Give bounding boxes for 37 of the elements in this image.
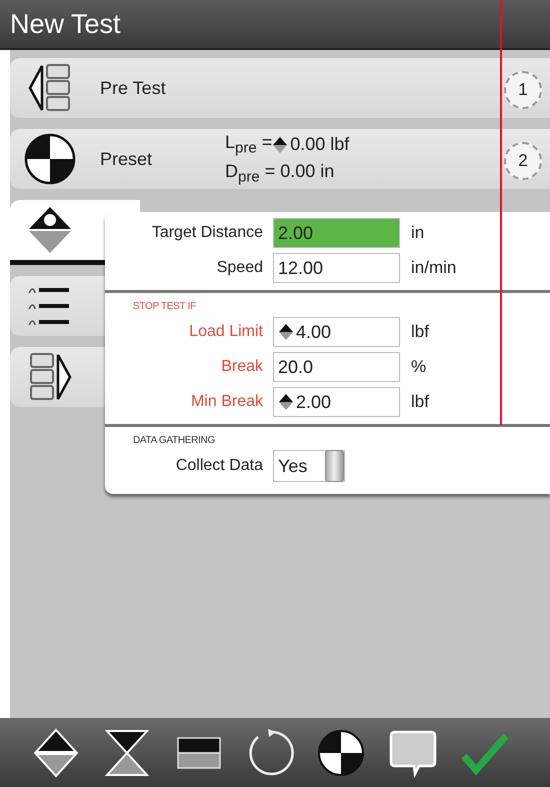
unit-label: in/min (410, 258, 456, 278)
section-heading: STOP TEST IF (132, 300, 197, 312)
step-number: 1 (504, 71, 542, 109)
distance-icon (27, 205, 73, 255)
target-icon (24, 133, 76, 185)
section-heading: DATA GATHERING (132, 434, 216, 446)
preset-detail: L$_{pre}$ = (225, 132, 272, 157)
step-label: Preset (99, 148, 154, 170)
field-label: Load Limit (188, 323, 264, 341)
field-label: Min Break (190, 393, 264, 411)
unit-label: lbf (410, 322, 429, 342)
unit-label: in (410, 223, 424, 243)
stepper-icon (272, 136, 288, 154)
preset-detail: D$_{pre}$ = 0.00 in (225, 161, 334, 186)
input-field[interactable]: 2.00 (273, 218, 400, 248)
step-card[interactable]: Pre Test 1 (10, 58, 550, 118)
step-list-icon (28, 351, 72, 403)
input-field[interactable]: 4.00 (273, 317, 400, 347)
step-label: Pre Test (99, 78, 167, 98)
hourglass-icon[interactable] (103, 728, 152, 778)
input-field[interactable]: 2.00 (273, 387, 400, 417)
step-number: 2 (504, 142, 542, 180)
field-label: Break (220, 358, 264, 376)
window-title: New Test (10, 8, 121, 40)
toggle-switch[interactable]: Yes (273, 450, 345, 482)
target-icon[interactable] (317, 728, 366, 778)
unit-label: lbf (410, 392, 429, 412)
step-card[interactable]: Preset L$_{pre}$ = 0.00 lbf D$_{pre}$ = 0.00 in 2 (10, 129, 550, 189)
unit-label: % (410, 357, 426, 377)
field-label: Speed (216, 259, 264, 277)
step-list-icon (28, 62, 72, 114)
field-label: Target Distance (150, 224, 264, 242)
input-field[interactable]: 12.00 (273, 253, 400, 283)
preset-detail-value: 0.00 lbf (290, 134, 350, 156)
input-field[interactable]: 20.0 (273, 352, 400, 382)
field-label: Collect Data (174, 457, 264, 475)
up-down-icon[interactable] (32, 728, 80, 778)
